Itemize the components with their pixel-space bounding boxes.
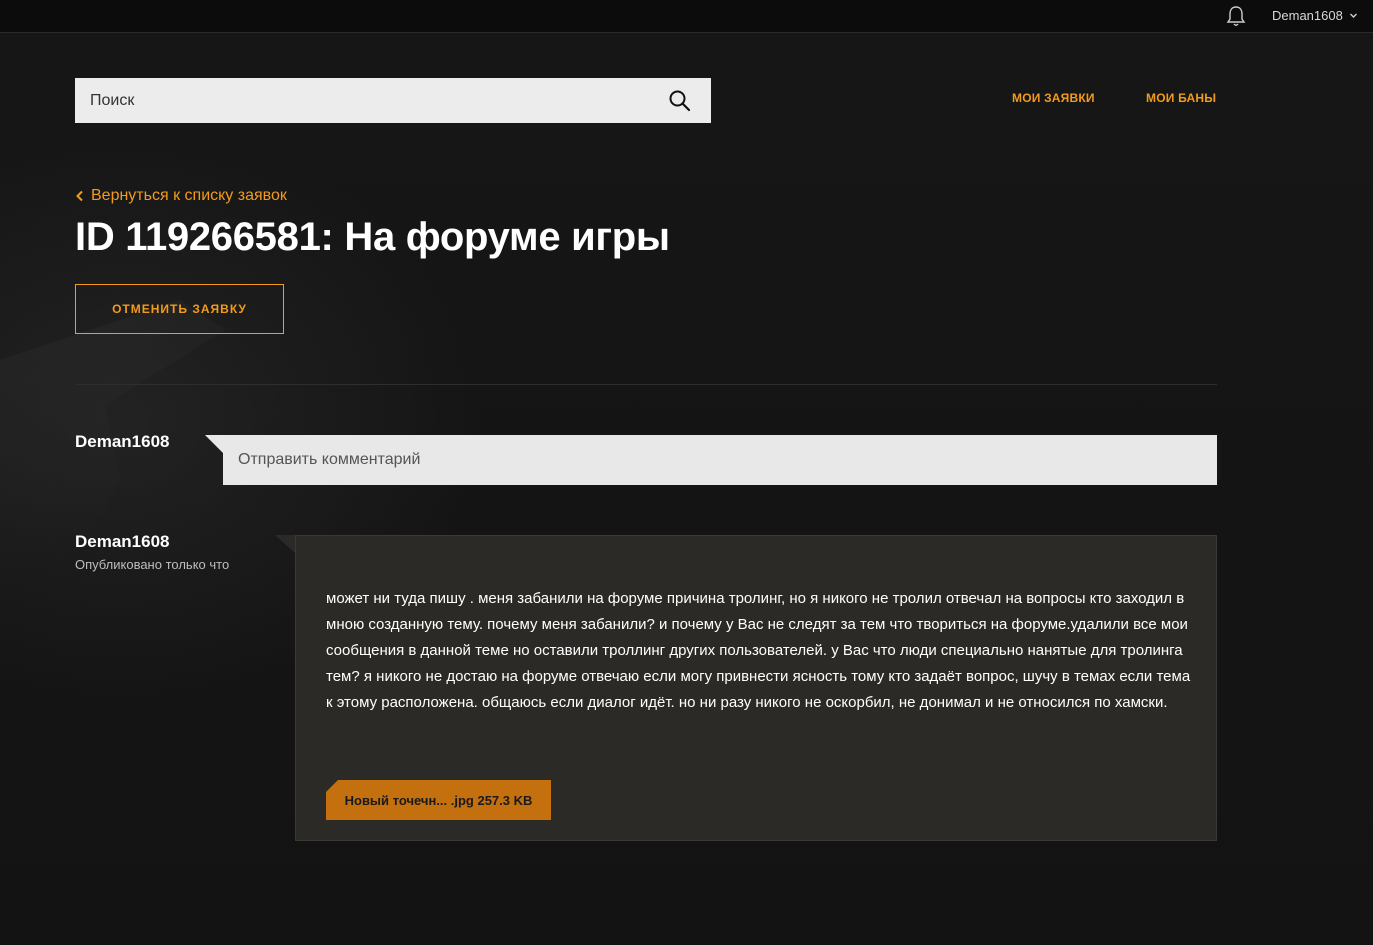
username-label: Deman1608 <box>1272 7 1343 23</box>
nav-my-bans[interactable]: МОИ БАНЫ <box>1146 91 1216 105</box>
attachment-label: Новый точечн... .jpg 257.3 KB <box>344 792 533 808</box>
back-link-label: Вернуться к списку заявок <box>91 187 287 204</box>
chevron-down-icon <box>1349 13 1357 18</box>
bell-icon[interactable] <box>1226 5 1246 27</box>
post-text: может ни туда пишу . меня забанили на фо… <box>326 590 1191 711</box>
top-bar: Deman1608 <box>0 0 1373 33</box>
back-to-list-link[interactable]: Вернуться к списку заявок <box>75 187 287 205</box>
search-input[interactable] <box>75 78 655 123</box>
post-message: может ни туда пишу . меня забанили на фо… <box>295 535 1217 841</box>
user-menu[interactable]: Deman1608 <box>1272 6 1358 24</box>
nav-my-requests[interactable]: МОИ ЗАЯВКИ <box>1012 91 1095 105</box>
attachment-corner <box>326 780 338 792</box>
chevron-left-icon <box>76 190 83 202</box>
search-icon[interactable] <box>667 88 693 114</box>
search-bar <box>75 78 711 123</box>
divider <box>75 384 1217 385</box>
cancel-request-button[interactable]: ОТМЕНИТЬ ЗАЯВКУ <box>75 284 284 334</box>
comment-input[interactable] <box>223 435 1217 485</box>
page: Deman1608 МОИ ЗАЯВКИ МОИ БАНЫ Вернуться … <box>0 0 1373 945</box>
page-title: ID 119266581: На форуме игры <box>75 215 670 259</box>
post-timestamp: Опубликовано только что <box>75 557 230 572</box>
post-bubble-tail <box>275 535 295 553</box>
composer-username: Deman1608 <box>75 432 170 451</box>
post-author: Deman1608 <box>75 532 170 551</box>
attachment-file[interactable]: Новый точечн... .jpg 257.3 KB <box>326 780 551 820</box>
composer-bubble-tail <box>205 435 223 453</box>
